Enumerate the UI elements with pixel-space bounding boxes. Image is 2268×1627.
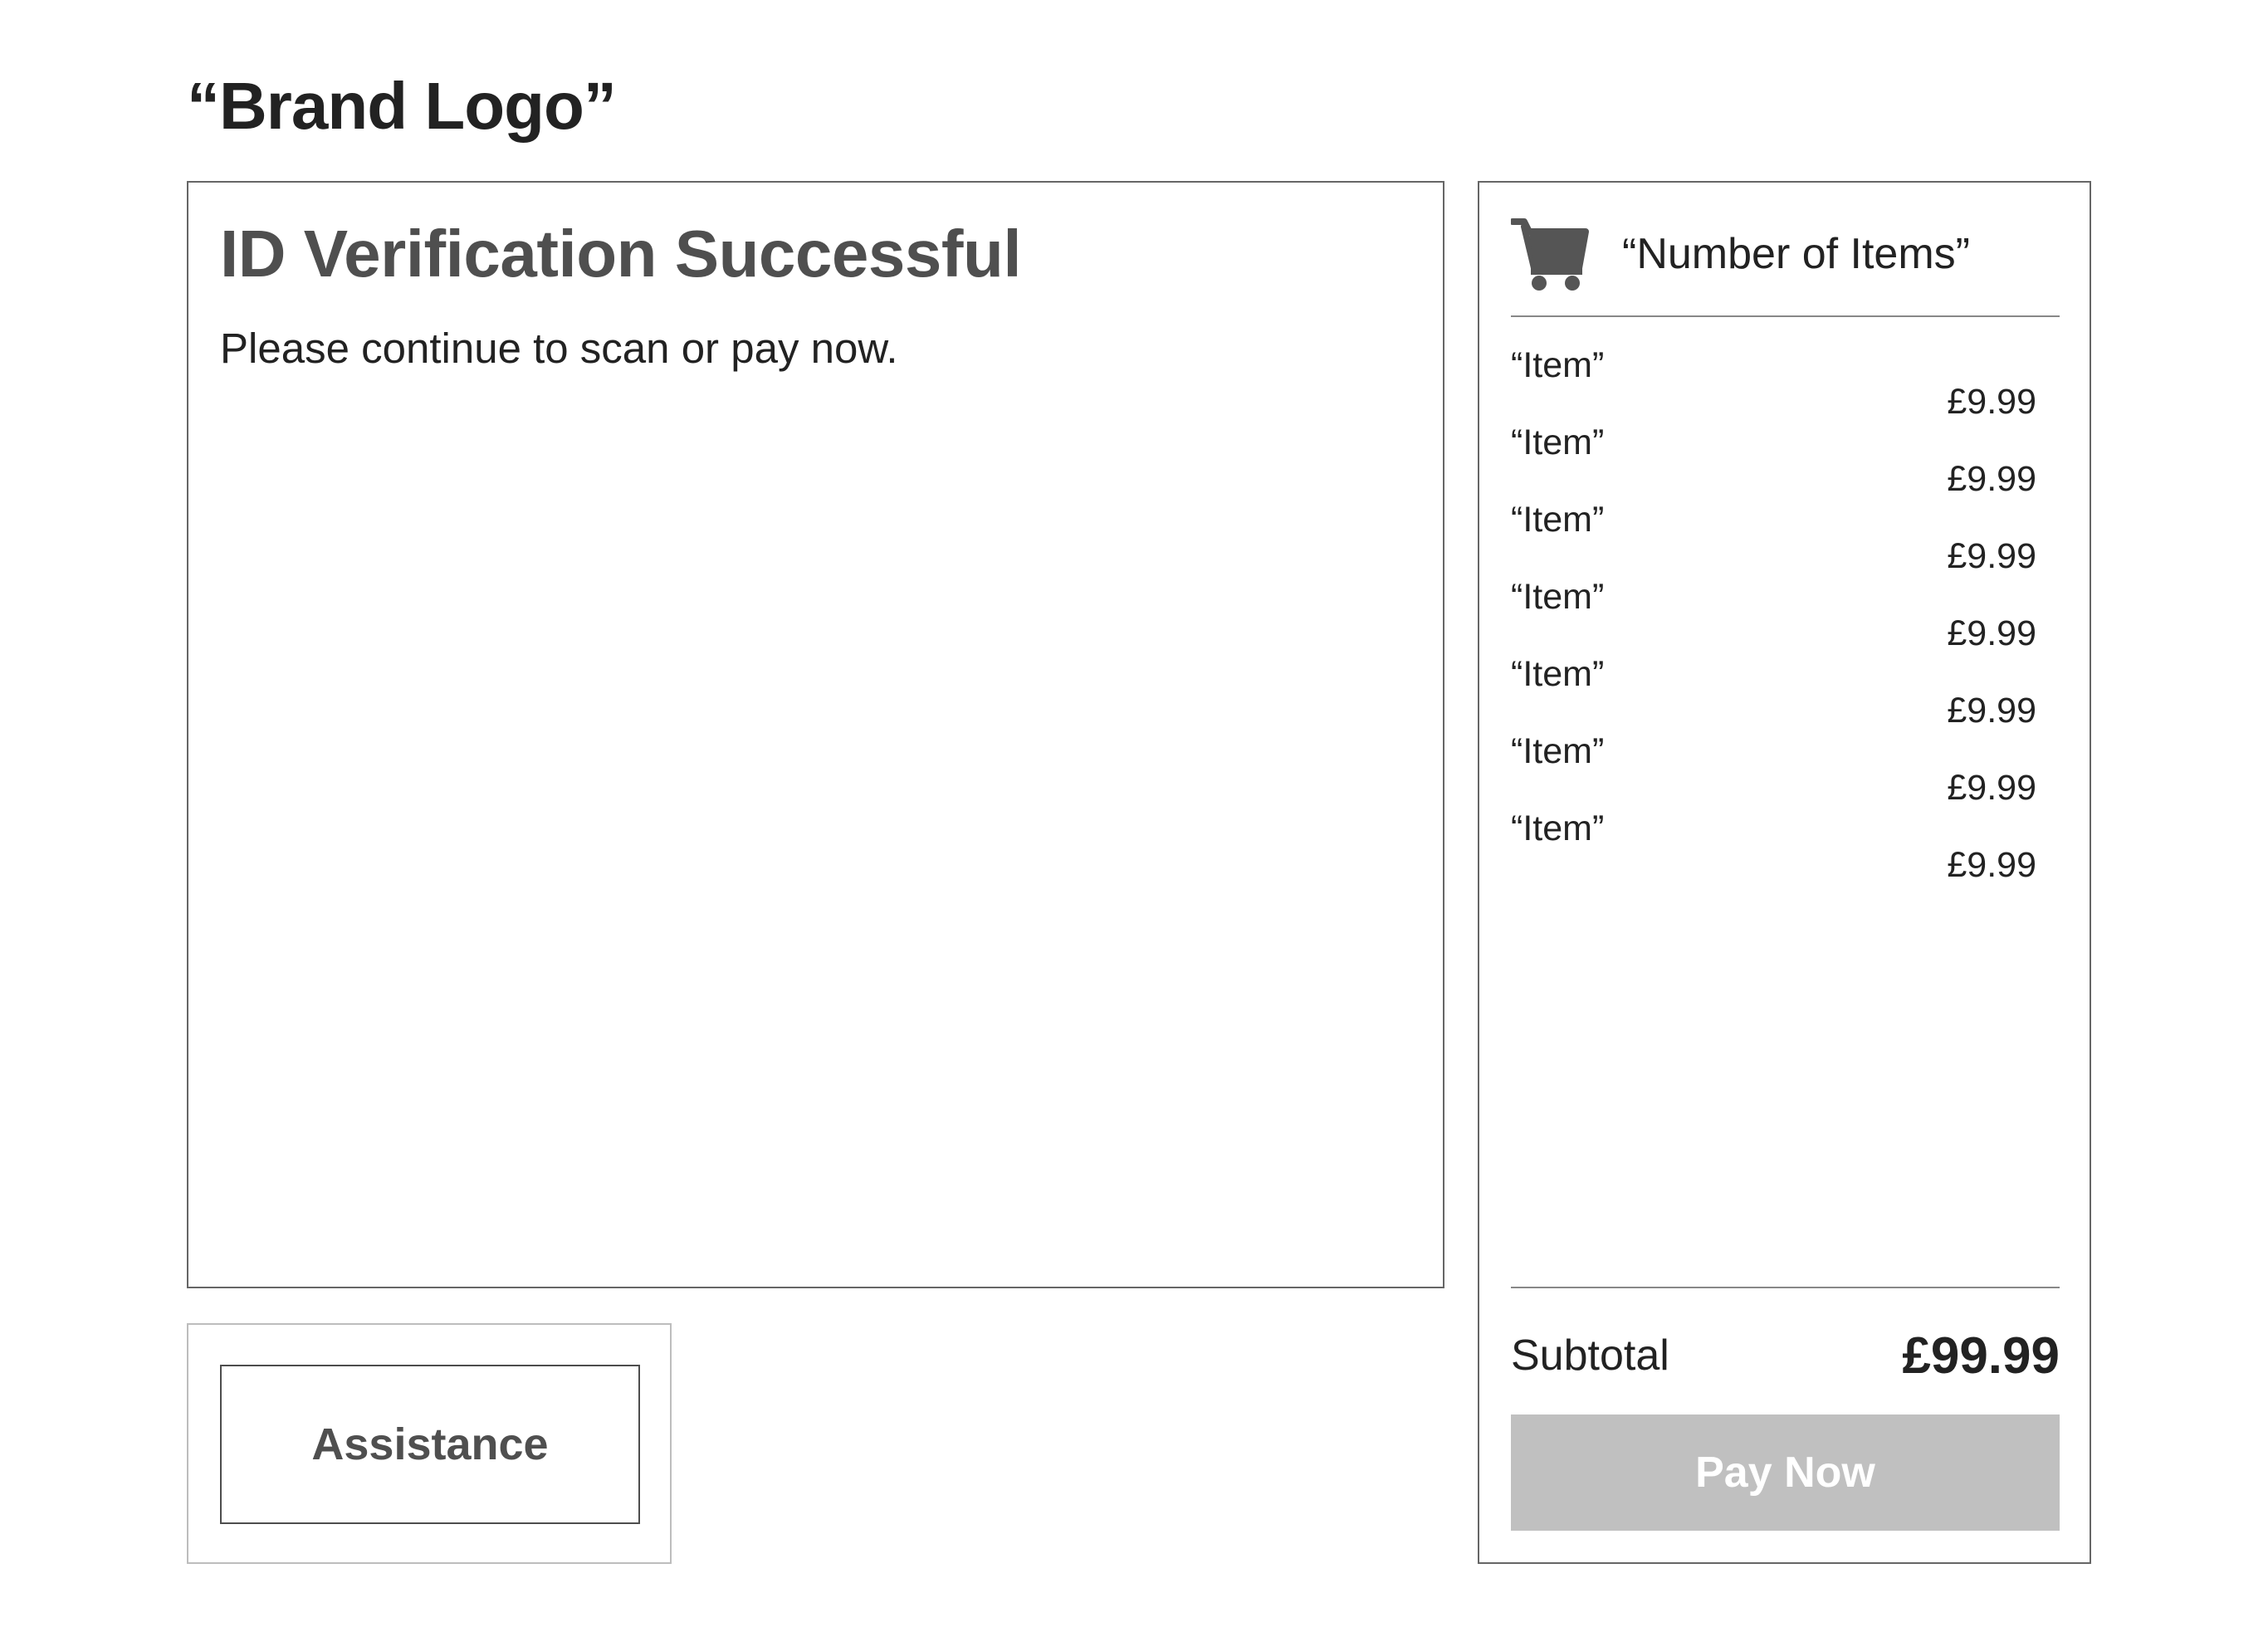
item-name: “Item” [1511,423,1605,462]
assistance-container: Assistance [187,1323,672,1564]
item-price: £9.99 [1947,536,2036,576]
item-name: “Item” [1511,500,1605,540]
cart-panel: “Number of Items” “Item” £9.99 “Item” £9… [1478,181,2091,1564]
item-name: “Item” [1511,654,1605,694]
page-title: ID Verification Successful [220,217,1022,291]
subtotal-row: Subtotal £99.99 [1511,1318,2060,1393]
subtotal-value: £99.99 [1902,1327,2060,1385]
cart-item-count: “Number of Items” [1622,230,1970,278]
item-name: “Item” [1511,731,1605,771]
item-price: £9.99 [1947,459,2036,499]
main-panel: ID Verification Successful Please contin… [187,181,1444,1288]
item-price: £9.99 [1947,845,2036,885]
item-price: £9.99 [1947,768,2036,808]
list-item: “Item” £9.99 [1511,345,2060,423]
cart-header-divider [1511,315,2060,317]
subtotal-label: Subtotal [1511,1331,1669,1380]
brand-logo: “Brand Logo” [187,69,617,143]
item-price: £9.99 [1947,691,2036,730]
pay-now-button[interactable]: Pay Now [1511,1414,2060,1531]
item-name: “Item” [1511,345,1605,385]
cart-header: “Number of Items” [1509,212,2060,296]
item-price: £9.99 [1947,613,2036,653]
list-item: “Item” £9.99 [1511,731,2060,809]
item-price: £9.99 [1947,382,2036,422]
list-item: “Item” £9.99 [1511,500,2060,577]
list-item: “Item” £9.99 [1511,577,2060,654]
status-message: Please continue to scan or pay now. [220,325,898,372]
item-name: “Item” [1511,809,1605,848]
subtotal-divider [1511,1287,2060,1288]
list-item: “Item” £9.99 [1511,654,2060,731]
assistance-button[interactable]: Assistance [220,1365,640,1524]
list-item: “Item” £9.99 [1511,423,2060,500]
item-name: “Item” [1511,577,1605,617]
cart-items-list: “Item” £9.99 “Item” £9.99 “Item” £9.99 “… [1511,345,2060,886]
shopping-cart-icon [1509,217,1591,291]
list-item: “Item” £9.99 [1511,809,2060,886]
